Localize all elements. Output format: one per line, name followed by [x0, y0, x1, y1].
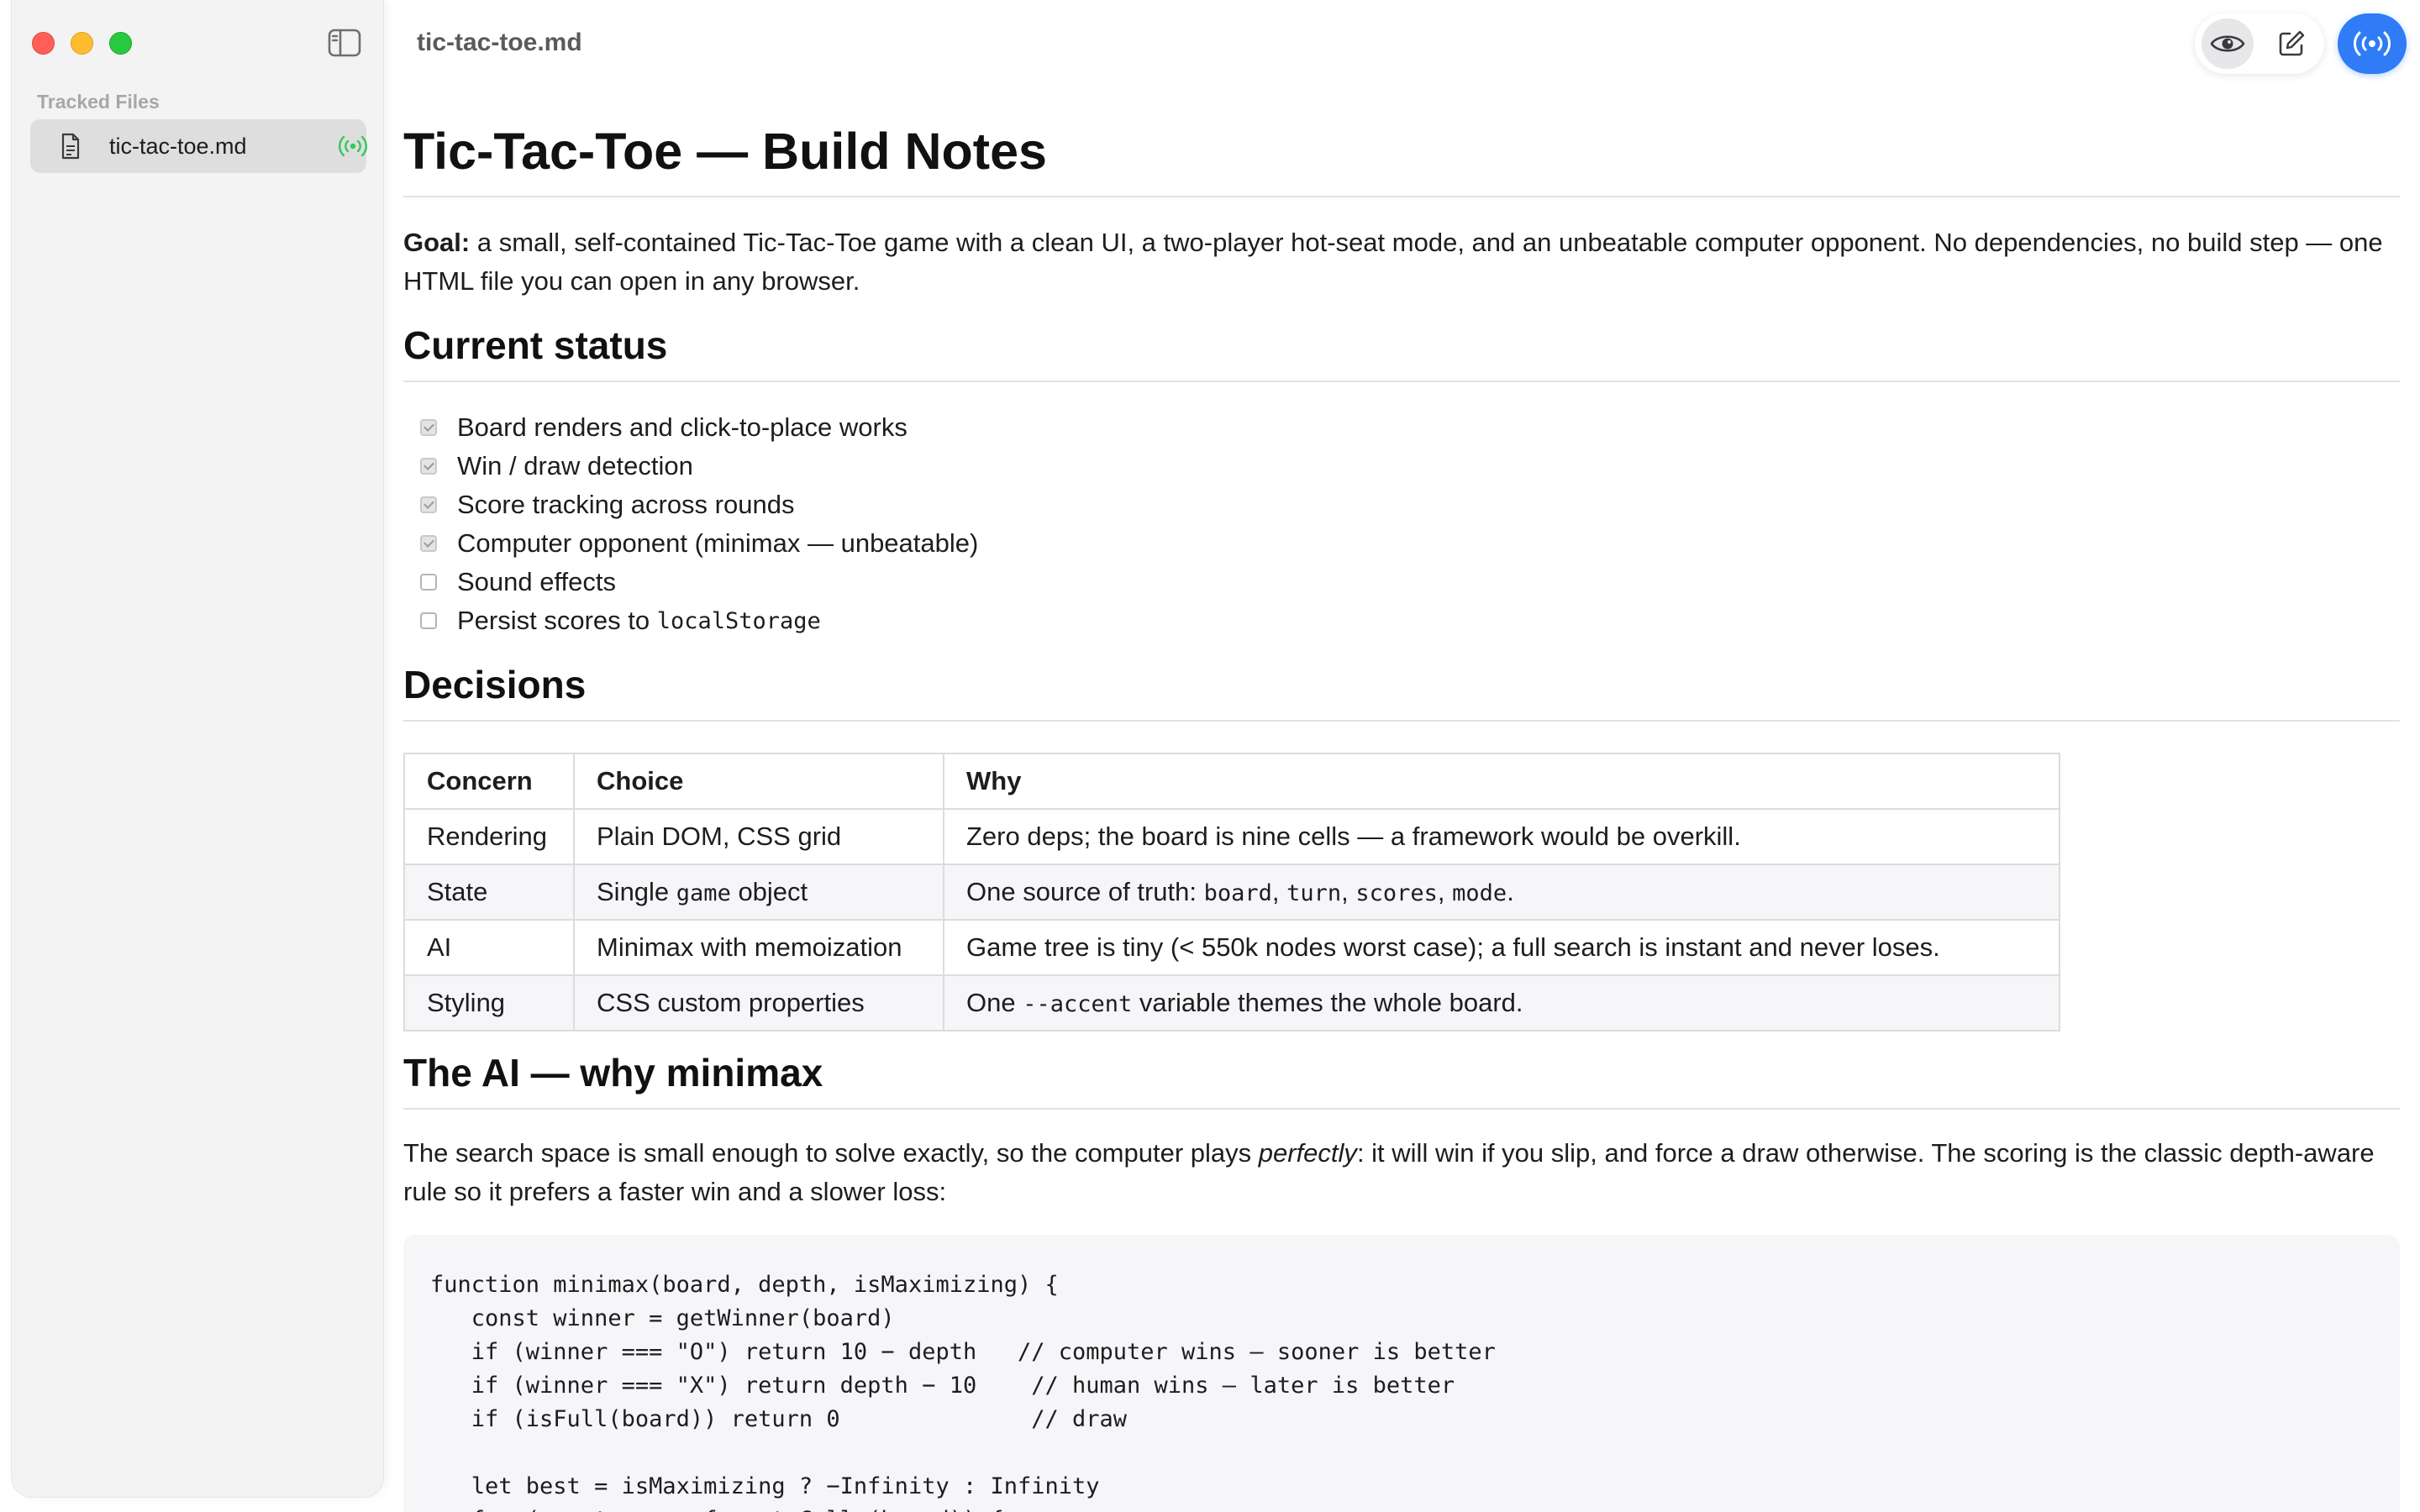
- table-row: Rendering Plain DOM, CSS grid Zero deps;…: [403, 808, 2060, 865]
- tracked-files-label: Tracked Files: [37, 91, 160, 113]
- task-text: Board renders and click-to-place works: [457, 412, 908, 442]
- cell-text: variable themes the whole board.: [1132, 988, 1523, 1017]
- table-row: State Single game object One source of t…: [403, 864, 2060, 921]
- table-header-cell: Concern: [403, 753, 575, 810]
- app-window: Tracked Files tic-tac-toe.md tic-tac-toe…: [0, 0, 2420, 1512]
- table-cell: Zero deps; the board is nine cells — a f…: [943, 808, 2060, 865]
- task-item: Board renders and click-to-place works: [420, 408, 978, 447]
- task-text: Sound effects: [457, 567, 617, 596]
- table-cell: Minimax with memoization: [573, 919, 944, 976]
- task-item: Persist scores to localStorage: [420, 601, 978, 640]
- view-mode-toolbar: [2195, 13, 2324, 74]
- eye-icon: [2210, 35, 2245, 52]
- compose-icon: [2279, 30, 2305, 56]
- task-item: Score tracking across rounds: [420, 486, 978, 524]
- goal-text: a small, self-contained Tic-Tac-Toe game…: [403, 228, 2383, 296]
- sidebar-file-name: tic-tac-toe.md: [109, 134, 247, 159]
- decisions-table: Concern Choice Why Rendering Plain DOM, …: [403, 753, 2060, 1032]
- task-checkbox[interactable]: [420, 612, 437, 629]
- table-cell: Styling: [403, 974, 575, 1032]
- document-title: tic-tac-toe.md: [417, 29, 582, 56]
- table-cell: Plain DOM, CSS grid: [573, 808, 944, 865]
- close-window-button[interactable]: [32, 32, 55, 55]
- task-checkbox[interactable]: [420, 458, 437, 475]
- table-cell: AI: [403, 919, 575, 976]
- goal-paragraph: Goal: a small, self-contained Tic-Tac-To…: [403, 223, 2400, 301]
- doc-heading-1: Tic-Tac-Toe — Build Notes: [403, 121, 2400, 198]
- inline-code: turn: [1286, 880, 1342, 906]
- sidebar-toggle-icon[interactable]: [328, 29, 361, 57]
- cell-text: Single: [597, 877, 676, 906]
- table-cell: CSS custom properties: [573, 974, 944, 1032]
- task-list: Board renders and click-to-place works W…: [420, 408, 978, 640]
- table-cell: One source of truth: board, turn, scores…: [943, 864, 2060, 921]
- cell-text: object: [730, 877, 808, 906]
- code-block: function minimax(board, depth, isMaximiz…: [403, 1235, 2400, 1512]
- table-header-cell: Why: [943, 753, 2060, 810]
- task-checkbox[interactable]: [420, 496, 437, 513]
- emphasis-text: perfectly: [1258, 1138, 1357, 1168]
- cell-text: One: [966, 988, 1023, 1017]
- live-sync-button[interactable]: [2338, 13, 2407, 74]
- table-cell: State: [403, 864, 575, 921]
- goal-label: Goal:: [403, 228, 471, 257]
- markdown-preview: Tic-Tac-Toe — Build Notes Goal: a small,…: [403, 101, 2400, 1512]
- ai-paragraph: The search space is small enough to solv…: [403, 1134, 2400, 1211]
- sidebar-file-item[interactable]: tic-tac-toe.md: [30, 119, 368, 173]
- table-cell: Game tree is tiny (< 550k nodes worst ca…: [943, 919, 2060, 976]
- code-text: function minimax(board, depth, isMaximiz…: [430, 1272, 1496, 1512]
- inline-code: mode: [1452, 880, 1507, 906]
- inline-code: --accent: [1023, 991, 1133, 1017]
- ai-heading: The AI — why minimax: [403, 1050, 2400, 1110]
- inline-code: game: [676, 880, 731, 906]
- task-text: Persist scores to: [457, 606, 650, 635]
- preview-button[interactable]: [2202, 18, 2254, 69]
- paragraph-text: The search space is small enough to solv…: [403, 1138, 1259, 1168]
- inline-code: scores: [1355, 880, 1438, 906]
- cell-separator: ,: [1437, 877, 1453, 906]
- live-broadcast-icon: [338, 133, 368, 160]
- decisions-heading: Decisions: [403, 662, 2400, 722]
- cell-text: One source of truth:: [966, 877, 1204, 906]
- sidebar: Tracked Files tic-tac-toe.md: [12, 0, 383, 1497]
- inline-code: localStorage: [656, 607, 821, 634]
- cell-text: .: [1507, 877, 1514, 906]
- task-checkbox[interactable]: [420, 535, 437, 552]
- window-controls: [32, 32, 132, 55]
- task-text: Score tracking across rounds: [457, 490, 795, 519]
- table-row: Styling CSS custom properties One --acce…: [403, 974, 2060, 1032]
- status-heading: Current status: [403, 323, 2400, 383]
- table-row: AI Minimax with memoization Game tree is…: [403, 919, 2060, 976]
- live-broadcast-icon: [2354, 31, 2391, 56]
- edit-button[interactable]: [2265, 18, 2317, 69]
- task-item: Computer opponent (minimax — unbeatable): [420, 524, 978, 563]
- cell-separator: ,: [1271, 877, 1287, 906]
- task-text: Win / draw detection: [457, 451, 693, 480]
- cell-separator: ,: [1341, 877, 1356, 906]
- table-cell: Single game object: [573, 864, 944, 921]
- task-item: Win / draw detection: [420, 447, 978, 486]
- zoom-window-button[interactable]: [109, 32, 132, 55]
- minimize-window-button[interactable]: [71, 32, 93, 55]
- task-checkbox[interactable]: [420, 419, 437, 436]
- table-header-cell: Choice: [573, 753, 944, 810]
- document-icon: [60, 133, 81, 160]
- table-cell: One --accent variable themes the whole b…: [943, 974, 2060, 1032]
- table-cell: Rendering: [403, 808, 575, 865]
- task-item: Sound effects: [420, 563, 978, 601]
- task-text: Computer opponent (minimax — unbeatable): [457, 528, 979, 558]
- task-checkbox[interactable]: [420, 574, 437, 591]
- inline-code: board: [1203, 880, 1272, 906]
- table-header-row: Concern Choice Why: [403, 753, 2060, 810]
